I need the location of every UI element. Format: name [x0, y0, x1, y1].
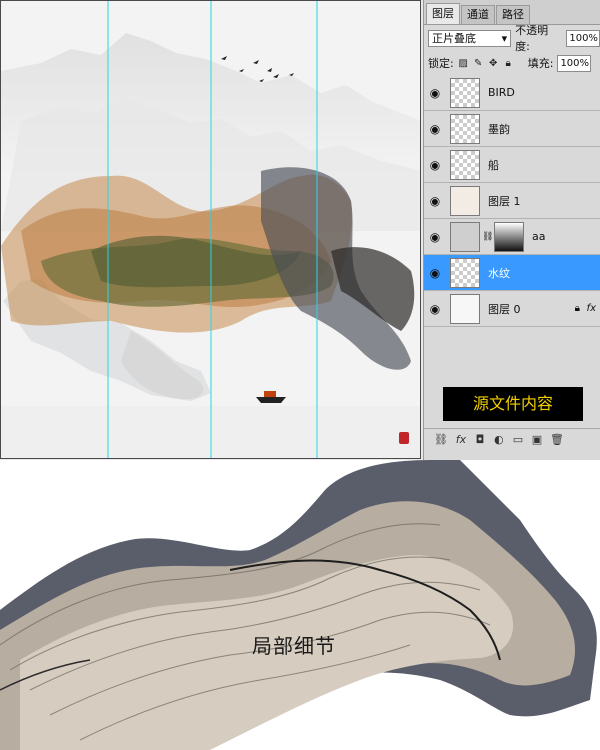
blend-mode-value: 正片叠底	[432, 32, 476, 45]
layer-name: BIRD	[488, 86, 515, 99]
layer-row-moyun[interactable]: ◉ 墨韵	[424, 111, 600, 147]
layer-thumbnail	[450, 185, 480, 216]
delete-layer-icon[interactable]: 🗑︎	[550, 433, 564, 446]
new-layer-icon[interactable]: ▣	[531, 433, 543, 446]
source-file-label: 源文件内容	[443, 387, 583, 421]
layer-thumbnail	[450, 257, 480, 288]
layer-thumbnail	[450, 293, 480, 324]
fill-label: 填充:	[527, 57, 554, 70]
detail-zoom-image	[0, 460, 600, 750]
eye-icon[interactable]: ◉	[424, 183, 446, 219]
blend-mode-select[interactable]: 正片叠底 ▾	[428, 29, 512, 47]
new-group-icon[interactable]: ▭	[512, 433, 524, 446]
layer-row-aa[interactable]: ◉ ⛓ aa	[424, 219, 600, 255]
tab-layers[interactable]: 图层	[426, 3, 460, 24]
photoshop-workspace: 图层 通道 路径 正片叠底 ▾ 不透明度: 100% 锁定: ▨ ✎ ✥ 🔒︎ …	[0, 0, 600, 460]
layers-bottom-toolbar: ⛓ fx ◘ ◐ ▭ ▣ 🗑︎	[424, 428, 600, 450]
eye-icon[interactable]: ◉	[424, 255, 446, 291]
fx-icon[interactable]: fx	[587, 303, 596, 314]
lock-label: 锁定:	[428, 57, 454, 70]
layer-thumbnail	[450, 221, 480, 252]
chain-link-icon[interactable]: ⛓	[482, 232, 493, 242]
panel-tabs: 图层 通道 路径	[424, 0, 600, 25]
fill-input[interactable]: 100%	[557, 54, 592, 72]
eye-icon[interactable]: ◉	[424, 147, 446, 183]
chevron-down-icon: ▾	[501, 31, 508, 45]
layer-name: aa	[532, 230, 546, 243]
adjustment-layer-icon[interactable]: ◐	[493, 433, 505, 446]
tab-channels[interactable]: 通道	[461, 5, 495, 24]
layer-thumbnail	[450, 113, 480, 144]
lock-move-icon[interactable]: ✥	[488, 58, 499, 69]
layer-row-layer0[interactable]: ◉ 图层 0 🔒︎ fx	[424, 291, 600, 327]
layer-name: 船	[488, 158, 499, 172]
eye-icon[interactable]: ◉	[424, 75, 446, 111]
opacity-label: 不透明度:	[515, 24, 549, 53]
layer-row-bird[interactable]: ◉ BIRD	[424, 75, 600, 111]
add-mask-icon[interactable]: ◘	[474, 433, 486, 446]
blend-opacity-row: 正片叠底 ▾ 不透明度: 100%	[424, 24, 600, 53]
layer-name: 图层 0	[488, 302, 521, 316]
eye-icon[interactable]: ◉	[424, 219, 446, 255]
layer-row-boat[interactable]: ◉ 船	[424, 147, 600, 183]
layers-list: ◉ BIRD ◉ 墨韵 ◉ 船 ◉ 图层 1 ◉ ⛓ aa ◉ 水纹 ◉ 图层 …	[424, 75, 600, 327]
opacity-input[interactable]: 100%	[566, 29, 600, 47]
lock-all-icon[interactable]: 🔒︎	[503, 58, 514, 69]
layer-row-layer1[interactable]: ◉ 图层 1	[424, 183, 600, 219]
layer-style-icon[interactable]: fx	[455, 433, 467, 446]
link-layers-icon[interactable]: ⛓	[434, 433, 448, 446]
layer-thumbnail	[450, 77, 480, 108]
detail-caption: 局部细节	[252, 634, 336, 658]
eye-icon[interactable]: ◉	[424, 291, 446, 327]
lock-transparency-icon[interactable]: ▨	[458, 58, 469, 69]
layer-name: 图层 1	[488, 194, 521, 208]
lock-icon: 🔒︎	[574, 303, 580, 314]
layer-name: 墨韵	[488, 122, 510, 136]
eye-icon[interactable]: ◉	[424, 111, 446, 147]
ink-texture-closeup	[0, 460, 600, 750]
layer-thumbnail	[450, 149, 480, 180]
document-canvas[interactable]	[0, 0, 421, 459]
layer-row-shuiwen[interactable]: ◉ 水纹	[424, 255, 600, 291]
lock-fill-row: 锁定: ▨ ✎ ✥ 🔒︎ 填充: 100%	[424, 51, 600, 76]
layers-panel: 图层 通道 路径 正片叠底 ▾ 不透明度: 100% 锁定: ▨ ✎ ✥ 🔒︎ …	[423, 0, 600, 460]
layer-name: 水纹	[488, 266, 510, 280]
layer-mask-thumbnail[interactable]	[494, 221, 524, 252]
lock-paint-icon[interactable]: ✎	[473, 58, 484, 69]
ink-landscape-artwork	[1, 1, 420, 458]
